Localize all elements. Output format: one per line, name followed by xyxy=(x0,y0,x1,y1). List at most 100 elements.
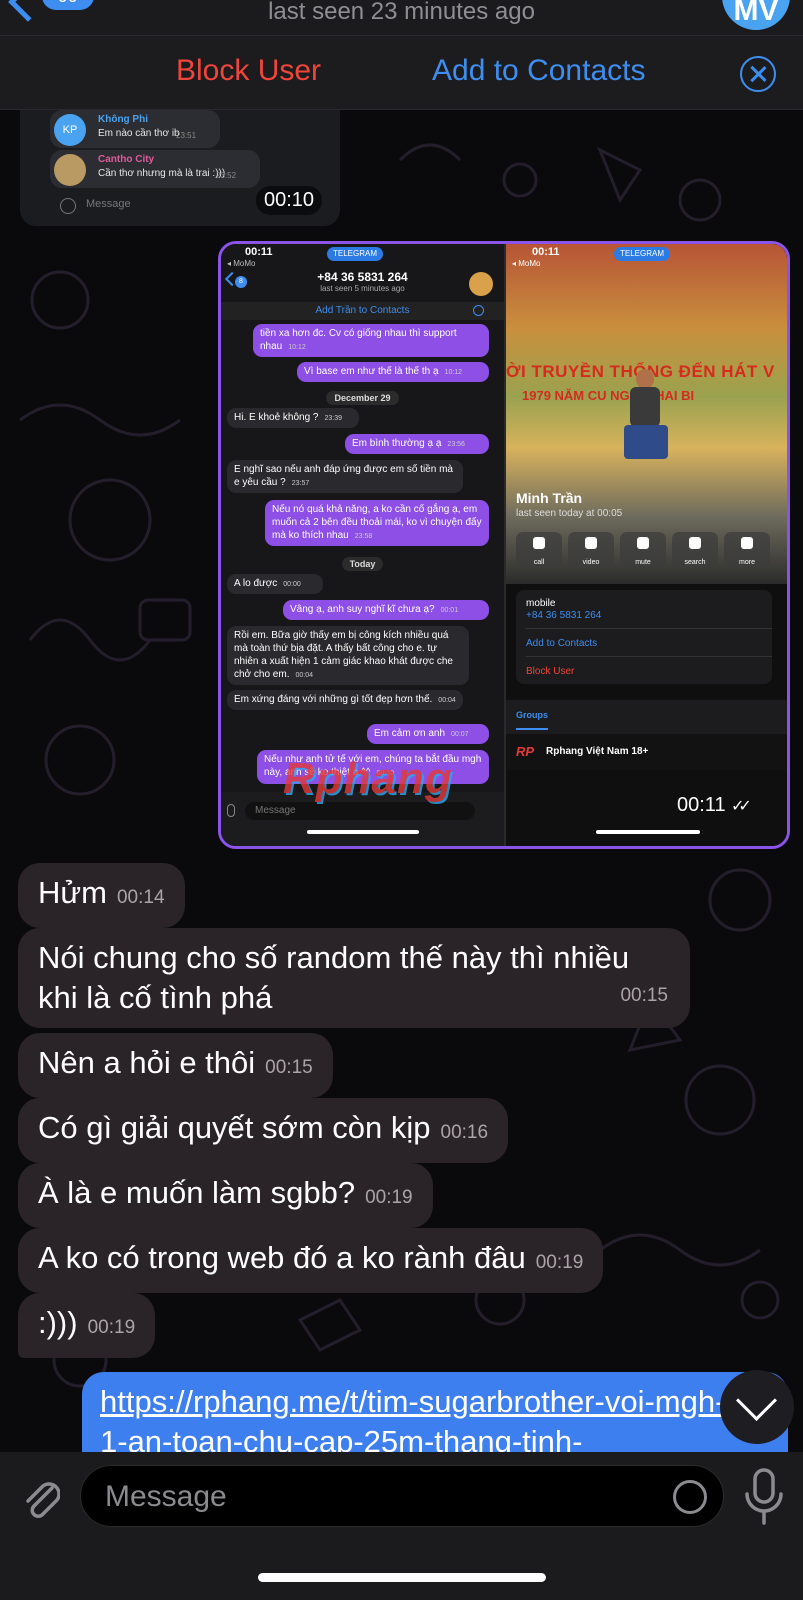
divider xyxy=(526,656,772,657)
message-bubble[interactable]: Hửm 00:14 xyxy=(18,863,185,928)
last-seen-status: last seen 5 minutes ago xyxy=(320,284,405,293)
screenshot-image-message[interactable]: 00:11 TELEGRAM ◂ MoMo 8 +84 36 5831 264 … xyxy=(218,241,790,849)
avatar xyxy=(469,272,493,296)
message-time: 00:19 xyxy=(87,1317,136,1338)
message-bubble: Em cảm ơn anh 00:07 xyxy=(367,724,489,744)
message-text: :))) xyxy=(38,1305,78,1340)
message-bubble: A lo được 00:00 xyxy=(227,574,323,594)
message-placeholder: Message xyxy=(105,1480,227,1513)
sender-name: Cantho City xyxy=(98,154,155,165)
message-text: À là e muốn làm sgbb? xyxy=(38,1175,356,1210)
message-text: Có gì giải quyết sớm còn kịp xyxy=(38,1110,431,1145)
home-indicator xyxy=(307,830,419,834)
message-text: Nên a hỏi e thôi xyxy=(38,1045,256,1080)
last-seen-status: last seen today at 00:05 xyxy=(516,508,623,519)
message-bubble[interactable]: À là e muốn làm sgbb? 00:19 xyxy=(18,1163,433,1228)
profile-name: Minh Trần xyxy=(516,490,583,506)
message-text: Nói chung cho số random thế này thì nhiề… xyxy=(38,940,630,1015)
photo-banner-text: 1979 NĂM CU NGHĨA HAI BI xyxy=(522,388,695,403)
date-separator: Today xyxy=(221,554,504,572)
carrier-label: ◂ MoMo xyxy=(512,259,541,268)
add-to-contacts-link: Add to Contacts xyxy=(526,638,598,649)
top-nav-bar: 99 last seen 23 minutes ago MV xyxy=(0,0,803,36)
block-user-link: Block User xyxy=(526,666,575,677)
call-button: call xyxy=(516,532,562,568)
message-time: 23:51 xyxy=(176,131,197,140)
video-duration: 00:10 xyxy=(256,186,323,215)
message-text: Cần thơ nhưng mà là trai :))) xyxy=(98,168,226,179)
message-bubble: Em xứng đáng với những gì tốt đẹp hơn th… xyxy=(227,690,463,710)
message-time: 00:19 xyxy=(365,1187,413,1208)
message-text: Hửm xyxy=(38,875,107,910)
search-button: search xyxy=(672,532,718,568)
message-bubble: E nghĩ sao nếu anh đáp ứng được em số ti… xyxy=(227,460,463,493)
last-seen-status: last seen 23 minutes ago xyxy=(268,0,535,25)
groups-tab: Groups xyxy=(506,700,787,734)
message-time: 00:15 xyxy=(620,985,668,1006)
video-button: video xyxy=(568,532,614,568)
add-contact-bar: Add Trần to Contacts xyxy=(221,302,504,320)
message-bubble: Hi. E khoẻ không ? 23:39 xyxy=(227,408,359,428)
video-message-preview[interactable]: KP Không Phi Em nào cần thơ ib 23:51 Can… xyxy=(20,110,340,226)
mobile-label: mobile xyxy=(526,598,556,609)
date-separator: December 29 xyxy=(221,388,504,406)
message-time: 00:15 xyxy=(265,1057,313,1078)
home-indicator xyxy=(596,830,700,834)
add-to-contacts-button[interactable]: Add to Contacts xyxy=(432,54,645,88)
more-button: more xyxy=(724,532,770,568)
message-bubble[interactable]: A ko có trong web đó a ko rành đâu 00:19 xyxy=(18,1228,604,1293)
sender-name: Không Phi xyxy=(98,114,148,125)
chat-header: +84 36 5831 264 last seen 5 minutes ago xyxy=(221,264,504,298)
group-logo: RP xyxy=(516,744,535,759)
message-bubble[interactable]: Có gì giải quyết sớm còn kịp 00:16 xyxy=(18,1098,509,1163)
message-bubble[interactable]: Nên a hỏi e thôi 00:15 xyxy=(18,1033,333,1098)
message-bubble[interactable]: :))) 00:19 xyxy=(18,1293,156,1358)
avatar: KP xyxy=(54,114,86,146)
message-text: Em nào cần thơ ib xyxy=(98,128,180,139)
right-screenshot: ỜI TRUYỀN THỐNG ĐẾN HÁT V 1979 NĂM CU NG… xyxy=(506,244,787,846)
message-bubble: Nếu nó quá khả năng, a ko cần cố gắng ạ,… xyxy=(265,500,489,546)
message-time: 00:16 xyxy=(440,1122,489,1143)
home-indicator xyxy=(258,1573,546,1582)
message-time: 00:11 xyxy=(677,794,726,816)
message-time: 00:14 xyxy=(116,887,165,908)
message-bubble: Em bình thường ạ ạ 23:56 xyxy=(345,434,489,454)
message-text: A ko có trong web đó a ko rành đâu xyxy=(38,1240,526,1275)
read-check-icon: ✓✓ xyxy=(731,798,752,815)
message-bubble: Rồi em. Bữa giờ thấy em bị công kích nhi… xyxy=(227,626,469,685)
message-bubble: tiền xa hơn đc. Cv có giống nhau thì sup… xyxy=(253,324,489,357)
contact-info-card: mobile +84 36 5831 264 Add to Contacts B… xyxy=(516,590,772,684)
message-field[interactable]: Message xyxy=(80,1465,724,1527)
message-bubble[interactable]: Nói chung cho số random thế này thì nhiề… xyxy=(18,928,690,1028)
close-icon[interactable] xyxy=(740,56,776,92)
telegram-pill: TELEGRAM xyxy=(614,247,671,261)
left-screenshot: 00:11 TELEGRAM ◂ MoMo 8 +84 36 5831 264 … xyxy=(221,244,504,846)
emoji-icon xyxy=(60,198,76,214)
block-user-button[interactable]: Block User xyxy=(176,54,321,88)
paperclip-icon[interactable] xyxy=(22,1474,60,1520)
message-field: Message xyxy=(245,802,475,820)
status-time: 00:11 xyxy=(532,246,560,258)
message-bubble: Vì base em như thế là thế th ạ 10:12 xyxy=(297,362,489,382)
watermark-logo: Rphang xyxy=(283,754,453,803)
divider xyxy=(526,628,772,629)
mobile-number: +84 36 5831 264 xyxy=(526,610,602,621)
chat-screen: 99 last seen 23 minutes ago MV Block Use… xyxy=(0,0,803,1600)
message-time: 00:19 xyxy=(535,1252,584,1273)
avatar xyxy=(54,154,86,186)
message-bubble: Vâng ạ, anh suy nghĩ kĩ chưa ạ? 00:01 xyxy=(283,600,489,620)
mute-button: mute xyxy=(620,532,666,568)
group-row: RP Rphang Việt Nam 18+ xyxy=(506,734,787,770)
status-time: 00:11 xyxy=(245,246,273,258)
sticker-icon[interactable] xyxy=(673,1480,707,1514)
person-figure xyxy=(622,369,668,469)
group-name: Rphang Việt Nam 18+ xyxy=(546,746,649,757)
contact-action-bar: Block User Add to Contacts xyxy=(0,36,803,110)
close-icon xyxy=(473,305,484,316)
phone-number: +84 36 5831 264 xyxy=(317,270,408,284)
telegram-pill: TELEGRAM xyxy=(327,247,384,261)
message-time: 23:52 xyxy=(216,171,237,180)
message-input-preview: Message xyxy=(86,198,131,210)
microphone-icon[interactable] xyxy=(742,1468,786,1526)
scroll-down-button[interactable] xyxy=(720,1370,794,1444)
